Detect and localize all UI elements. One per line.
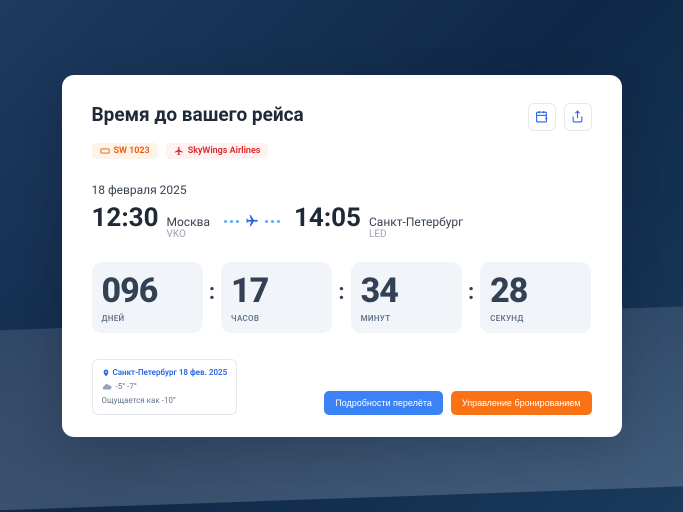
departure-code: VKO — [167, 229, 210, 240]
arrival-code: LED — [369, 229, 463, 240]
hours-label: ЧАСОВ — [231, 314, 322, 323]
departure-city: Москва — [167, 215, 210, 229]
ticket-icon — [100, 146, 110, 156]
share-button[interactable] — [564, 103, 592, 131]
countdown: 096 ДНЕЙ : 17 ЧАСОВ : 34 МИНУТ : 28 СЕКУ… — [92, 262, 592, 333]
flight-countdown-card: Время до вашего рейса SW 1023 SkyWings A… — [62, 75, 622, 437]
departure-time: 12:30 — [92, 203, 159, 233]
arrival-point: 14:05 Санкт-Петербург LED — [294, 203, 463, 240]
calendar-button[interactable] — [528, 103, 556, 131]
airline-name: SkyWings Airlines — [188, 146, 261, 156]
plane-icon — [245, 214, 259, 228]
minutes-value: 34 — [361, 274, 452, 308]
departure-point: 12:30 Москва VKO — [92, 203, 210, 240]
flight-number-badge: SW 1023 — [92, 143, 158, 159]
arrival-time: 14:05 — [294, 203, 361, 233]
cloud-icon — [102, 382, 112, 392]
weather-feels: Ощущается как -10° — [102, 395, 228, 407]
minutes-label: МИНУТ — [361, 314, 452, 323]
airline-badge: SkyWings Airlines — [166, 143, 269, 159]
card-footer: Санкт-Петербург 18 фев. 2025 -5° -7° Ощу… — [92, 359, 592, 415]
flight-date: 18 февраля 2025 — [92, 183, 592, 197]
page-title: Время до вашего рейса — [92, 103, 304, 126]
footer-buttons: Подробности перелёта Управление брониров… — [324, 391, 591, 415]
seconds-label: СЕКУНД — [490, 314, 581, 323]
countdown-minutes: 34 МИНУТ — [351, 262, 462, 333]
calendar-icon — [535, 110, 548, 123]
arrival-city: Санкт-Петербург — [369, 215, 463, 229]
flight-details-button[interactable]: Подробности перелёта — [324, 391, 443, 415]
days-value: 096 — [102, 274, 193, 308]
plane-icon — [174, 146, 184, 156]
manage-booking-button[interactable]: Управление бронированием — [451, 391, 592, 415]
card-header: Время до вашего рейса — [92, 103, 592, 131]
hours-value: 17 — [231, 274, 322, 308]
route-path — [224, 214, 280, 228]
pin-icon — [102, 369, 110, 377]
flight-route: 12:30 Москва VKO 14:05 Санкт-Петербург L… — [92, 203, 592, 240]
countdown-days: 096 ДНЕЙ — [92, 262, 203, 333]
seconds-value: 28 — [490, 274, 581, 308]
flight-badges: SW 1023 SkyWings Airlines — [92, 143, 592, 159]
flight-number: SW 1023 — [114, 146, 150, 156]
share-icon — [571, 110, 584, 123]
weather-location: Санкт-Петербург 18 фев. 2025 — [102, 367, 228, 379]
weather-widget: Санкт-Петербург 18 фев. 2025 -5° -7° Ощу… — [92, 359, 238, 415]
countdown-hours: 17 ЧАСОВ — [221, 262, 332, 333]
countdown-seconds: 28 СЕКУНД — [480, 262, 591, 333]
days-label: ДНЕЙ — [102, 314, 193, 323]
header-actions — [528, 103, 592, 131]
weather-temp: -5° -7° — [102, 381, 228, 393]
